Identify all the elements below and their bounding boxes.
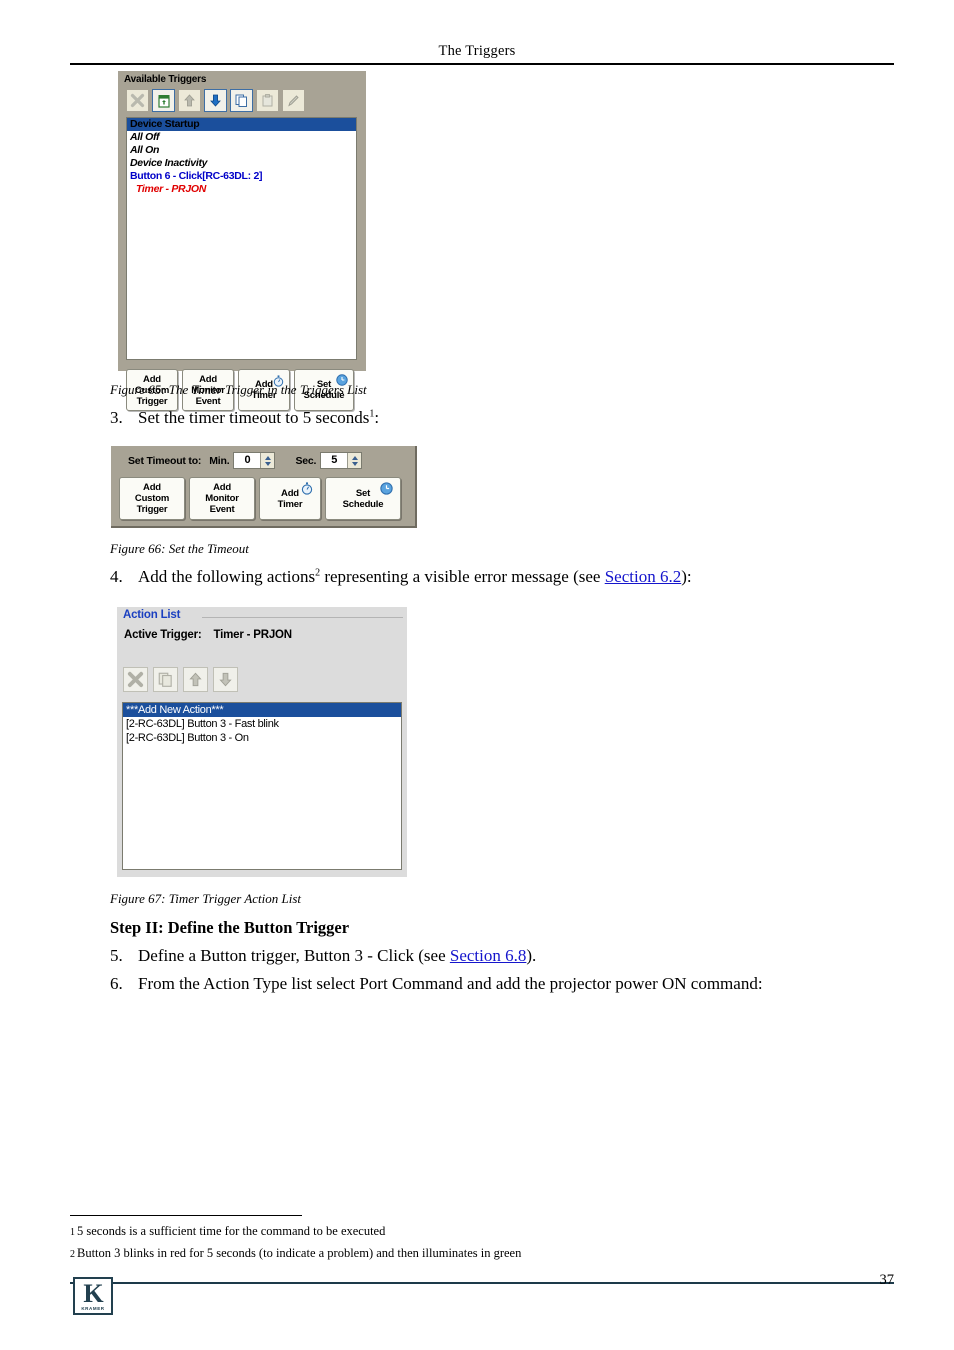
available-triggers-panel: Available Triggers Device Startup All Of… <box>118 71 366 411</box>
stopwatch-icon <box>301 482 313 498</box>
footnote-number: 2 <box>70 1249 75 1260</box>
button-line: Add <box>281 487 299 499</box>
footnote-1: 15 seconds is a sufficient time for the … <box>70 1224 385 1239</box>
list-item[interactable]: ***Add New Action*** <box>123 703 401 717</box>
clock-icon <box>380 482 393 498</box>
step-number: 6. <box>110 974 123 993</box>
group-divider <box>202 617 403 618</box>
available-triggers-listbox[interactable]: Device Startup All Off All On Device Ina… <box>126 117 357 360</box>
step-6: 6. From the Action Type list select Port … <box>110 974 763 994</box>
move-down-icon[interactable] <box>204 89 227 112</box>
recycle-bin-icon[interactable] <box>152 89 175 112</box>
step-text: From the Action Type list select Port Co… <box>138 974 763 993</box>
step-text-tail: ): <box>681 567 692 586</box>
logo-k-glyph: K <box>83 1278 103 1308</box>
add-monitor-event-button[interactable]: Add Monitor Event <box>189 477 255 520</box>
minutes-label: Min. <box>209 454 230 467</box>
link-section-6-2[interactable]: Section 6.2 <box>605 567 682 586</box>
active-trigger-row: Active Trigger: Timer - PRJON <box>124 629 292 641</box>
panel-title-available-triggers: Available Triggers <box>124 74 207 85</box>
page-header: The Triggers <box>70 42 884 60</box>
seconds-spin-arrows[interactable] <box>347 453 362 468</box>
step-text-tail: : <box>374 408 380 427</box>
list-item[interactable]: All On <box>127 144 356 157</box>
logo-wordmark: KRAMER <box>81 1305 105 1311</box>
timeout-action-buttons: Add Custom Trigger Add Monitor Event Add… <box>119 477 401 520</box>
step-3: 3. Set the timer timeout to 5 seconds1: <box>110 408 379 428</box>
step-text-tail: ). <box>526 946 537 965</box>
action-list-panel: Action List Active Trigger: Timer - PRJO… <box>117 607 407 877</box>
page-number: 37 <box>879 1272 895 1288</box>
list-item[interactable]: Device Startup <box>127 118 356 131</box>
edit-pencil-icon[interactable] <box>282 89 305 112</box>
list-item[interactable]: All Off <box>127 131 356 144</box>
button-line: Add <box>143 482 161 493</box>
list-item[interactable]: Timer - PRJON <box>127 183 356 196</box>
set-timeout-label: Set Timeout to: <box>128 454 202 467</box>
step-2-heading: Step II: Define the Button Trigger <box>110 918 350 937</box>
panel-title-action-list: Action List <box>123 609 181 621</box>
button-line: Timer <box>277 498 303 510</box>
step-4: 4. Add the following actions2 representin… <box>110 567 692 587</box>
delete-icon[interactable] <box>123 667 148 692</box>
list-item[interactable]: Device Inactivity <box>127 157 356 170</box>
figure-65-caption: Figure 65: The Timer Trigger in the Trig… <box>110 382 367 397</box>
step-number: 4. <box>110 567 123 586</box>
paste-icon[interactable] <box>256 89 279 112</box>
delete-icon[interactable] <box>126 89 149 112</box>
move-up-icon[interactable] <box>183 667 208 692</box>
list-item[interactable]: [2-RC-63DL] Button 3 - Fast blink <box>123 717 401 731</box>
step-number: 3. <box>110 408 123 427</box>
active-trigger-value: Timer - PRJON <box>213 629 293 641</box>
button-line: Event <box>209 504 235 515</box>
button-line: Trigger <box>136 504 168 515</box>
step-text: Add the following actions <box>138 567 316 586</box>
triggers-toolbar <box>126 89 305 112</box>
footnote-2: 2 Button 3 blinks in red for 5 seconds (t… <box>70 1246 521 1261</box>
kramer-logo: K KRAMER <box>73 1277 113 1315</box>
button-line: Set <box>355 487 371 499</box>
figure-66-caption: Figure 66: Set the Timeout <box>110 541 249 556</box>
header-title: The Triggers <box>438 43 516 59</box>
move-down-icon[interactable] <box>213 667 238 692</box>
footnote-divider <box>70 1215 302 1216</box>
step-text: Define a Button trigger, Button 3 - Clic… <box>138 946 450 965</box>
seconds-label: Sec. <box>295 454 317 467</box>
step-number: 5. <box>110 946 123 965</box>
add-timer-button[interactable]: Add Timer <box>259 477 321 520</box>
step-text: Set the timer timeout to 5 seconds <box>138 408 370 427</box>
button-line: Add <box>213 482 231 493</box>
footnote-text: 5 seconds is a sufficient time for the c… <box>77 1224 386 1238</box>
copy-icon[interactable] <box>230 89 253 112</box>
button-line: Custom <box>134 493 170 504</box>
action-list-toolbar <box>123 667 238 692</box>
list-item[interactable]: Button 6 - Click[RC-63DL: 2] <box>127 170 356 183</box>
button-line: Schedule <box>342 498 384 510</box>
set-timeout-panel: Set Timeout to: Min. 0 Sec. 5 Add Custom… <box>111 446 417 528</box>
move-up-icon[interactable] <box>178 89 201 112</box>
seconds-value[interactable]: 5 <box>321 453 348 468</box>
list-item[interactable]: [2-RC-63DL] Button 3 - On <box>123 731 401 745</box>
timeout-row: Set Timeout to: Min. 0 Sec. 5 <box>128 452 366 469</box>
add-custom-trigger-button[interactable]: Add Custom Trigger <box>119 477 185 520</box>
action-listbox[interactable]: ***Add New Action*** [2-RC-63DL] Button … <box>122 702 402 870</box>
copy-icon[interactable] <box>153 667 178 692</box>
step-text-mid: representing a visible error message (se… <box>320 567 605 586</box>
minutes-stepper[interactable]: 0 <box>233 452 276 469</box>
button-line: Monitor <box>205 493 239 504</box>
minutes-value[interactable]: 0 <box>234 453 261 468</box>
link-section-6-8[interactable]: Section 6.8 <box>450 946 527 965</box>
header-divider <box>70 63 894 65</box>
footnote-number: 1 <box>70 1227 75 1238</box>
figure-67-caption: Figure 67: Timer Trigger Action List <box>110 891 302 906</box>
seconds-stepper[interactable]: 5 <box>320 452 363 469</box>
footnote-text: Button 3 blinks in red for 5 seconds (to… <box>77 1246 522 1260</box>
active-trigger-label: Active Trigger: <box>124 629 202 641</box>
minutes-spin-arrows[interactable] <box>260 453 275 468</box>
footer-divider <box>70 1282 894 1284</box>
step-5: 5. Define a Button trigger, Button 3 - Cl… <box>110 946 536 966</box>
set-schedule-button[interactable]: Set Schedule <box>325 477 401 520</box>
